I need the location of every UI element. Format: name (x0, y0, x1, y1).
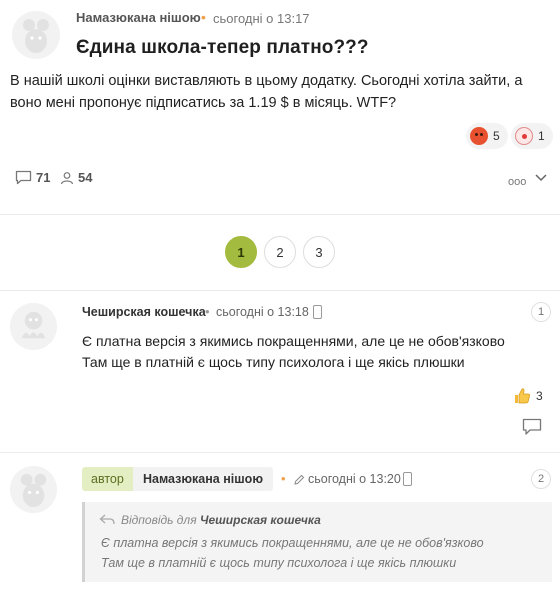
comment-bubble-icon (15, 170, 32, 185)
author-badge: автор (82, 467, 133, 491)
likes-count: 3 (536, 389, 543, 403)
post-body: В нашій школі оцінки виставляють в цьому… (10, 73, 523, 111)
angry-face-icon (470, 127, 488, 145)
comment-number[interactable]: 2 (531, 469, 551, 489)
comment-number[interactable]: 1 (531, 302, 551, 322)
online-indicator: • (201, 9, 206, 25)
comment-author-avatar[interactable] (10, 466, 57, 513)
thumbs-up-icon (515, 388, 530, 404)
reaction-count: 5 (493, 129, 500, 143)
mobile-device-icon (403, 472, 412, 486)
post-author-name[interactable]: Намазюкана нішою (76, 10, 201, 25)
post-title[interactable]: Єдина школа-тепер платно??? (76, 37, 369, 59)
reaction-count: 1 (538, 129, 545, 143)
reply-quote: Відповідь для Чеширская кошечка Є платна… (82, 502, 552, 582)
chevron-down-icon[interactable] (534, 170, 548, 184)
quote-prefix: Відповідь для (121, 513, 197, 527)
divider (0, 452, 560, 453)
pencil-icon (294, 474, 305, 485)
quote-header: Відповідь для Чеширская кошечка (121, 513, 321, 527)
comment-author-name[interactable]: Чеширская кошечка (82, 305, 206, 319)
mobile-device-icon (313, 305, 322, 319)
comment-timestamp: сьогодні о 13:20 (308, 472, 401, 486)
separator-dot: • (205, 304, 210, 319)
comments-count: 71 (36, 170, 51, 185)
comment-text-line: Там ще в платній є щось типу психолога і… (82, 354, 465, 370)
post-author-avatar[interactable] (12, 11, 60, 59)
person-icon (60, 171, 74, 184)
comment-text-line: Є платна версія з якимись покращеннями, … (82, 333, 505, 349)
followers-count: 54 (78, 170, 93, 185)
like-reaction[interactable]: 3 (509, 383, 551, 409)
reaction-clown[interactable]: 1 (511, 123, 553, 149)
reply-icon[interactable] (522, 418, 542, 436)
page-3-button[interactable]: 3 (303, 236, 335, 268)
divider (0, 214, 560, 215)
comment-timestamp: сьогодні о 13:18 (216, 305, 309, 319)
reply-arrow-icon (99, 514, 115, 525)
more-options-icon[interactable]: ooo (508, 176, 526, 188)
comment-author-name[interactable]: Намазюкана нішою (133, 467, 273, 491)
online-indicator: • (281, 471, 286, 486)
page-2-button[interactable]: 2 (264, 236, 296, 268)
post-timestamp: сьогодні о 13:17 (213, 11, 310, 26)
divider (0, 290, 560, 291)
quote-line: Є платна версія з якимись покращеннями, … (101, 536, 484, 550)
reaction-angry[interactable]: 5 (466, 123, 508, 149)
quote-text: Є платна версія з якимись покращеннями, … (101, 533, 484, 573)
quote-line: Там ще в платній є щось типу психолога і… (101, 556, 457, 570)
comment-author-avatar[interactable] (10, 303, 57, 350)
followers-stat[interactable]: 54 (60, 170, 92, 185)
comments-stat[interactable]: 71 (15, 170, 50, 185)
quote-target-author[interactable]: Чеширская кошечка (200, 513, 321, 527)
clown-face-icon (515, 127, 533, 145)
page-1-button[interactable]: 1 (225, 236, 257, 268)
